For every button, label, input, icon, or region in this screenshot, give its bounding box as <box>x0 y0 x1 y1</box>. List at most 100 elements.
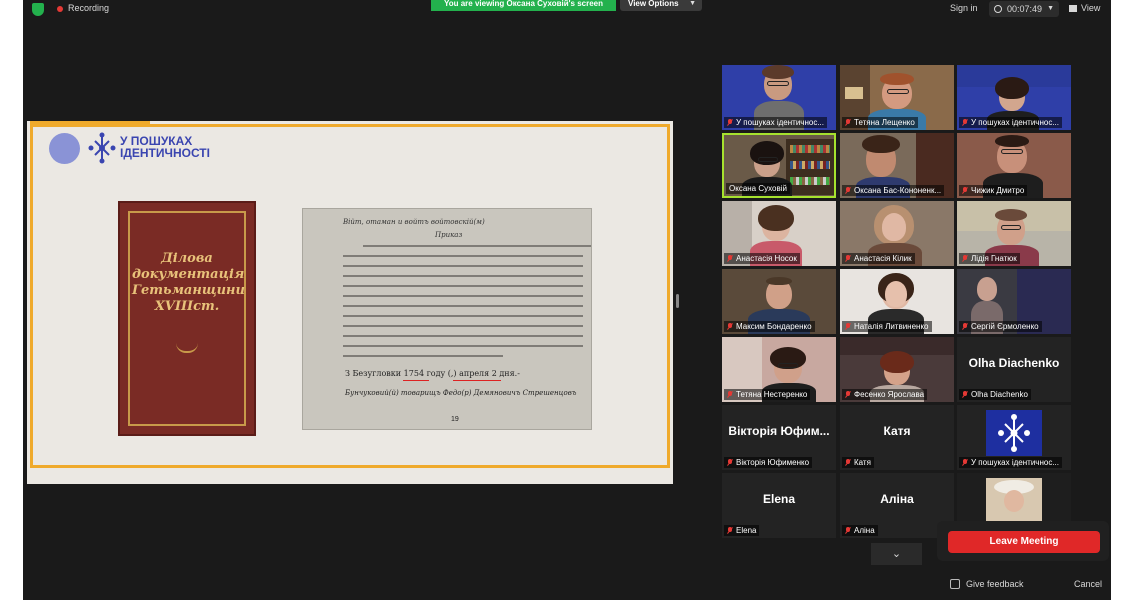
participant-tile[interactable]: Анастасія Кілик <box>840 201 954 266</box>
meeting-timer[interactable]: 00:07:49 ▼ <box>989 1 1059 17</box>
participant-tile[interactable]: Elena Elena <box>722 473 836 538</box>
participant-hair <box>758 205 794 231</box>
participant-tile[interactable]: Максим Бондаренко <box>722 269 836 334</box>
book-title-line3: Гетьманщини <box>132 283 245 298</box>
participant-name: Аліна <box>842 525 878 536</box>
participant-face <box>1004 490 1024 512</box>
books <box>790 145 830 153</box>
logo-circle <box>49 133 80 164</box>
shared-screen: У ПОШУКАХ ІДЕНТИЧНОСТІ Ділова документац… <box>27 121 673 484</box>
view-button[interactable]: View <box>1069 3 1100 13</box>
scan-text-line <box>343 315 583 317</box>
scroll-down-button[interactable]: ⌄ <box>871 543 922 565</box>
scan-text-line <box>343 325 583 327</box>
book-title-line4: XVIIIст. <box>154 299 220 314</box>
scan-text-line <box>343 345 583 347</box>
leave-meeting-popup: Leave Meeting <box>937 521 1109 561</box>
participant-tile[interactable]: У пошуках ідентичнос... <box>957 405 1071 470</box>
shield-icon[interactable] <box>32 3 44 16</box>
clock-icon <box>994 5 1002 13</box>
timer-value: 00:07:49 <box>1007 4 1043 14</box>
mic-muted-icon <box>962 187 968 194</box>
participant-tile[interactable]: У пошуках ідентичнос... <box>722 65 836 130</box>
chevron-down-icon: ⌄ <box>891 548 902 560</box>
participant-tile[interactable]: Сергій Єрмоленко <box>957 269 1071 334</box>
view-options-button[interactable]: View Options ▼ <box>620 0 702 11</box>
scan-text-line <box>343 255 583 257</box>
participant-hair <box>880 73 914 85</box>
mic-muted-icon <box>962 119 968 126</box>
checkbox-icon[interactable] <box>950 579 960 589</box>
participant-tile[interactable]: Фесенко Ярослава <box>840 337 954 402</box>
participant-tile[interactable]: Olha Diachenko Olha Diachenko <box>957 337 1071 402</box>
scan-text-line <box>343 275 583 277</box>
scan-text-line <box>343 305 583 307</box>
scan-date: З Безугловки 1754 году (,) апреля 2 дня.… <box>345 369 520 378</box>
grid-icon <box>1069 5 1077 12</box>
scan-text-line <box>363 245 591 247</box>
mic-muted-icon <box>727 391 733 398</box>
recording-dot-icon <box>57 6 63 12</box>
logo-text: У ПОШУКАХ ІДЕНТИЧНОСТІ <box>120 135 210 159</box>
give-feedback-label: Give feedback <box>966 579 1024 589</box>
mic-muted-icon <box>845 119 851 126</box>
participant-name: Лідія Гнатюк <box>959 253 1020 264</box>
sign-in-link[interactable]: Sign in <box>950 3 978 13</box>
scan-subheader: Приказ <box>435 231 463 239</box>
view-options-label: View Options <box>628 0 679 8</box>
participant-name: Тетяна Нестеренко <box>724 389 811 400</box>
participant-name: Elena <box>724 525 760 536</box>
participant-tile[interactable]: Оксана Бас-Кононенк... <box>840 133 954 198</box>
participant-tile[interactable]: Вікторія Юфим... Вікторія Юфименко <box>722 405 836 470</box>
cancel-button[interactable]: Cancel <box>1074 579 1102 589</box>
zoom-window: Recording You are viewing Оксана Суховій… <box>23 0 1111 600</box>
logo-text-line2: ІДЕНТИЧНОСТІ <box>120 146 210 160</box>
document-scan-image: Війт, отаман и войтъ войтовскій(м) Прика… <box>302 208 592 430</box>
participant-tile[interactable]: Катя Катя <box>840 405 954 470</box>
participant-name: У пошуках ідентичнос... <box>959 117 1062 128</box>
participant-tile[interactable]: Анастасія Носок <box>722 201 836 266</box>
split-drag-handle[interactable] <box>676 294 679 308</box>
participant-display-name: Olha Diachenko <box>968 356 1060 370</box>
participant-name: Сергій Єрмоленко <box>959 321 1042 332</box>
participant-tile[interactable]: Чижик Дмитро <box>957 133 1071 198</box>
participant-tile[interactable]: Лідія Гнатюк <box>957 201 1071 266</box>
mic-muted-icon <box>845 255 851 262</box>
participant-name: Наталія Литвиненко <box>842 321 932 332</box>
book-cover-image: Ділова документація Гетьманщини XVIIIст. <box>118 201 256 436</box>
logo-avatar <box>986 410 1042 456</box>
participant-name: Катя <box>842 457 874 468</box>
participant-hair <box>766 277 792 285</box>
participant-tile[interactable]: Тетяна Лещенко <box>840 65 954 130</box>
book-title-line2: документація <box>132 267 245 282</box>
participant-glasses <box>1001 225 1021 230</box>
participant-hair <box>862 135 900 153</box>
top-bar: Recording You are viewing Оксана Суховій… <box>23 0 1111 22</box>
chevron-down-icon: ▼ <box>689 0 696 7</box>
mic-muted-icon <box>845 391 851 398</box>
leave-meeting-button[interactable]: Leave Meeting <box>948 531 1100 553</box>
participant-tile[interactable]: Тетяна Нестеренко <box>722 337 836 402</box>
participant-glasses <box>887 89 909 94</box>
mic-muted-icon <box>845 323 851 330</box>
books <box>790 161 830 169</box>
mic-muted-icon <box>962 459 968 466</box>
slide-accent-line <box>30 121 150 124</box>
mic-muted-icon <box>962 323 968 330</box>
participant-glasses <box>1001 149 1023 154</box>
red-underline <box>403 380 429 381</box>
participant-tile[interactable]: Наталія Литвиненко <box>840 269 954 334</box>
participant-glasses <box>758 157 778 162</box>
logo-mark-icon <box>998 414 1030 452</box>
participant-display-name: Elena <box>762 492 795 506</box>
participant-tile-active-speaker[interactable]: Оксана Суховій <box>722 133 836 198</box>
participant-video <box>986 478 1042 524</box>
mic-muted-icon <box>845 459 851 466</box>
participant-tile[interactable]: У пошуках ідентичнос... <box>957 65 1071 130</box>
background-picture <box>845 87 863 99</box>
participant-name: У пошуках ідентичнос... <box>724 117 827 128</box>
participant-display-name: Аліна <box>880 492 914 506</box>
participant-display-name: Вікторія Юфим... <box>728 424 830 438</box>
give-feedback-checkbox[interactable]: Give feedback <box>950 579 1024 589</box>
participant-name: У пошуках ідентичнос... <box>959 457 1062 468</box>
